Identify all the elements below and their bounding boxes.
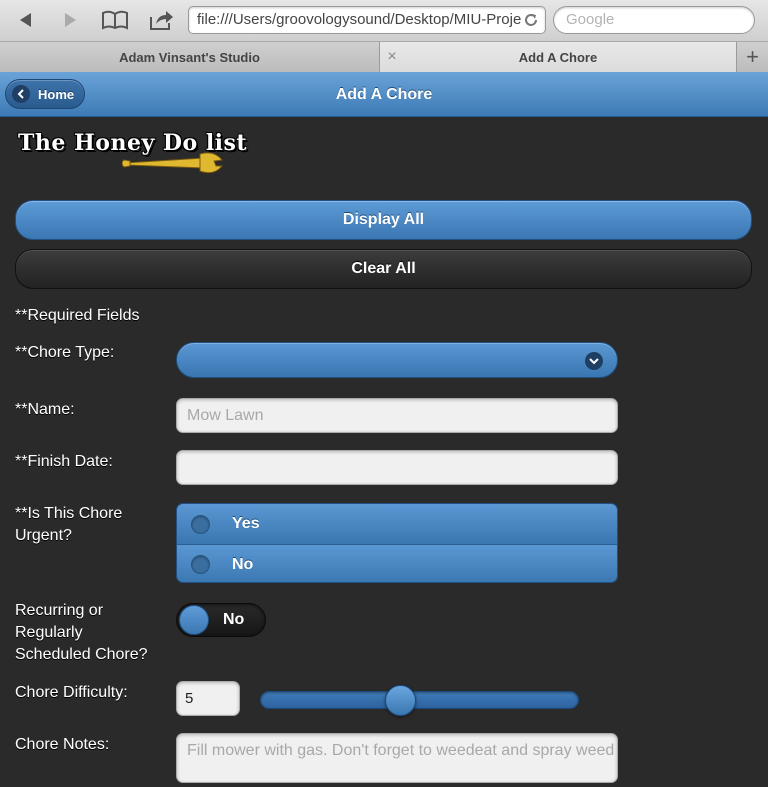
required-fields-note: **Required Fields (15, 307, 140, 324)
back-icon[interactable] (12, 6, 40, 34)
logo: The Honey Do list (18, 128, 247, 176)
url-text: file:///Users/groovologysound/Desktop/MI… (197, 11, 522, 28)
tab-studio[interactable]: Adam Vinsant's Studio (0, 42, 380, 72)
browser-toolbar: file:///Users/groovologysound/Desktop/MI… (0, 0, 768, 42)
chevron-left-icon (12, 85, 30, 103)
name-label: **Name: (15, 401, 75, 418)
new-tab-icon[interactable]: + (736, 42, 768, 72)
notes-textarea[interactable] (176, 733, 618, 783)
difficulty-slider-track[interactable] (260, 691, 579, 709)
urgent-label-line2: Urgent? (15, 527, 72, 544)
difficulty-input[interactable] (176, 681, 240, 716)
close-tab-icon[interactable]: × (383, 48, 401, 66)
toggle-state-label: No (223, 611, 245, 628)
page-title: Add A Chore (335, 86, 433, 103)
display-all-button[interactable]: Display All (15, 200, 752, 240)
urgent-option-no[interactable]: No (177, 544, 617, 582)
urgent-option-yes[interactable]: Yes (177, 504, 617, 544)
urgent-label-line1: **Is This Chore (15, 505, 123, 522)
tab-label: Add A Chore (518, 49, 598, 65)
share-icon[interactable] (146, 6, 176, 34)
finish-date-label: **Finish Date: (15, 453, 113, 470)
difficulty-slider-handle[interactable] (384, 685, 416, 716)
finish-date-input[interactable] (176, 450, 618, 485)
recurring-label-line3: Scheduled Chore? (15, 646, 148, 663)
chore-type-label: **Chore Type: (15, 344, 115, 361)
tab-add-chore[interactable]: Add A Chore (380, 42, 736, 72)
url-field[interactable]: file:///Users/groovologysound/Desktop/MI… (188, 6, 546, 34)
radio-circle-icon (191, 555, 210, 574)
search-placeholder: Google (566, 11, 615, 28)
recurring-label-line2: Regularly (15, 624, 83, 641)
forward-icon[interactable] (56, 6, 84, 34)
clear-all-button[interactable]: Clear All (15, 249, 752, 289)
notes-label: Chore Notes: (15, 736, 110, 753)
wrench-icon (122, 152, 224, 174)
difficulty-label: Chore Difficulty: (15, 684, 128, 701)
urgent-radio-group: Yes No (176, 503, 618, 583)
radio-label: No (232, 555, 254, 573)
home-button[interactable]: Home (5, 79, 85, 109)
home-label: Home (38, 86, 75, 102)
recurring-label-line1: Recurring or (15, 602, 104, 619)
tab-label: Adam Vinsant's Studio (119, 49, 260, 65)
tab-bar: Adam Vinsant's Studio Add A Chore × + (0, 42, 768, 72)
reload-icon[interactable] (523, 12, 539, 28)
radio-circle-icon (191, 514, 210, 534)
radio-label: Yes (232, 515, 260, 532)
recurring-toggle[interactable]: No (176, 603, 266, 637)
name-input[interactable] (176, 398, 618, 433)
search-field[interactable]: Google (553, 6, 755, 34)
bookmarks-icon[interactable] (100, 6, 130, 34)
app-header: Home Add A Chore (0, 72, 768, 117)
chore-type-select[interactable] (176, 342, 618, 378)
toggle-knob[interactable] (179, 605, 209, 635)
chevron-down-icon (585, 352, 603, 370)
